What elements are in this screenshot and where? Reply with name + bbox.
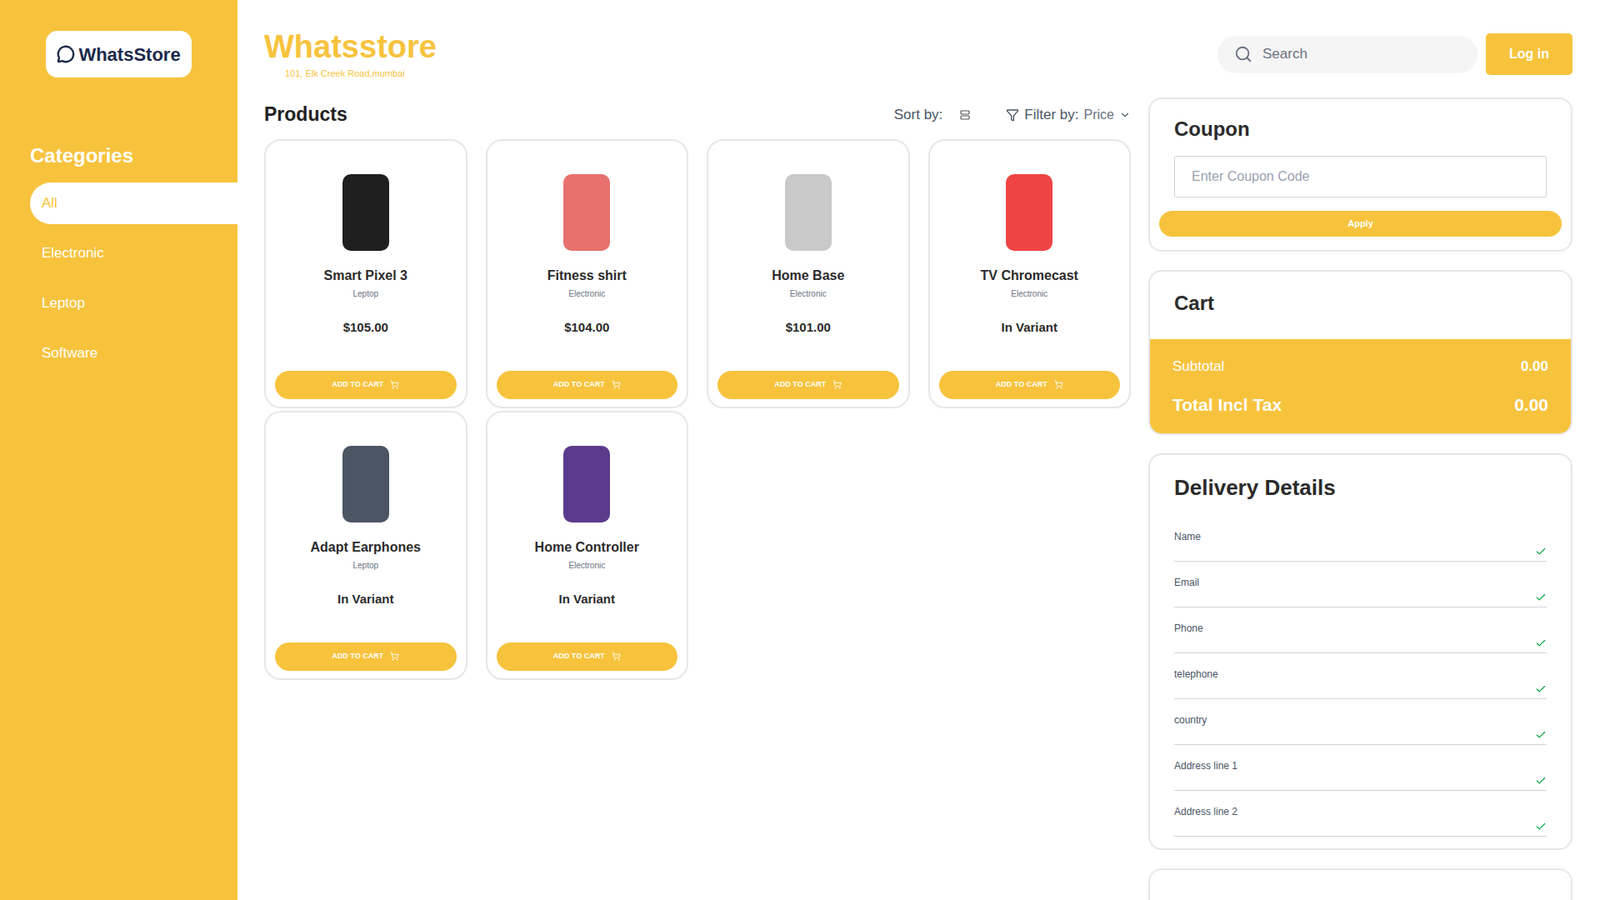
check-icon (1535, 775, 1547, 787)
product-price: $105.00 (343, 318, 389, 338)
delivery-field[interactable]: Address line 2 (1174, 790, 1547, 837)
cart-icon (832, 380, 842, 390)
cart-icon (1054, 380, 1064, 390)
content: Products Sort by: Filter by:Price Smart Pix… (264, 97, 1573, 900)
store-address: 101, Elk Creek Road,mumbai (285, 66, 437, 81)
sort-label: Sort by: (894, 104, 944, 126)
sort-icon[interactable] (959, 109, 971, 121)
product-image (545, 170, 629, 255)
apply-button[interactable]: Apply (1159, 210, 1562, 237)
product-image (766, 170, 850, 255)
delivery-title: Delivery Details (1174, 471, 1547, 505)
product-card[interactable]: Home BaseElectronic $101.00 ADD TO CART (706, 139, 910, 409)
delivery-field[interactable]: telephone (1174, 653, 1547, 700)
extra-card (1148, 868, 1573, 900)
category-item[interactable]: Software (30, 332, 238, 375)
product-card[interactable]: Adapt EarphonesLeptop In Variant ADD TO CA… (264, 410, 468, 680)
product-card[interactable]: Fitness shirtElectronic $104.00 ADD TO CAR… (485, 139, 690, 409)
cart-icon (390, 651, 400, 661)
subtotal-label: Subtotal (1172, 355, 1225, 378)
categories-heading: Categories (30, 140, 238, 171)
product-price: $101.00 (785, 318, 831, 338)
add-to-cart-button[interactable]: ADD TO CART (275, 642, 457, 671)
category-item[interactable]: All (30, 182, 238, 225)
product-grid: Smart Pixel 3Leptop$105.00ADD TO CARTFit… (264, 139, 1131, 680)
app: WhatsStoreCategoriesAllElectronicLeptopS… (0, 0, 1600, 900)
product-name: TV Chromecast (980, 265, 1079, 286)
filter-icon (1005, 108, 1020, 122)
product-price: In Variant (1000, 318, 1058, 338)
product-name: Adapt Earphones (310, 537, 421, 558)
product-name: Home Controller (535, 537, 640, 558)
delivery-field[interactable]: country (1174, 699, 1547, 745)
category-list: All Electronic Leptop Software (0, 182, 238, 383)
product-price: $104.00 (564, 318, 610, 338)
search-icon (1234, 45, 1253, 64)
products-section: Products Sort by: Filter by:Price Smart Pix… (264, 97, 1131, 900)
store-title: Whatsstore (264, 28, 437, 65)
whatsapp-icon (56, 45, 75, 64)
filter[interactable]: Filter by:Price (1005, 104, 1131, 126)
search-box[interactable]: Search (1217, 35, 1478, 74)
product-image (324, 442, 408, 526)
category-item[interactable]: Electronic (30, 232, 238, 275)
product-name: Home Base (771, 265, 845, 286)
product-image (987, 170, 1071, 255)
product-price: In Variant (558, 590, 615, 610)
delivery-field[interactable]: Address line 1 (1174, 745, 1547, 791)
cart-title: Cart (1150, 271, 1571, 340)
total-label: Total Incl Tax (1172, 391, 1282, 419)
delivery-field[interactable]: Email (1174, 561, 1547, 608)
product-image (545, 442, 629, 526)
check-icon (1535, 545, 1547, 558)
check-icon (1535, 683, 1547, 695)
products-heading: Products (264, 100, 348, 130)
coupon-card: Coupon Enter Coupon Code Apply (1148, 97, 1573, 252)
product-name: Fitness shirt (547, 265, 627, 286)
product-price: In Variant (337, 590, 395, 610)
chevron-down-icon (1119, 109, 1131, 121)
product-category: Leptop (352, 287, 379, 300)
product-category: Electronic (1010, 287, 1048, 300)
right-column: CouponEnter Coupon CodeApplyCartSubtotal… (1148, 97, 1573, 900)
product-image (324, 170, 408, 255)
delivery-field[interactable]: Name (1174, 515, 1547, 562)
coupon-input[interactable]: Enter Coupon Code (1174, 155, 1547, 198)
product-category: Electronic (568, 559, 605, 572)
add-to-cart-button[interactable]: ADD TO CART (496, 642, 679, 671)
product-card[interactable]: TV ChromecastElectronic In Variant ADD TO … (928, 139, 1132, 409)
cart-card: Cart Subtotal 0.00 Total Incl Tax 0.00 (1148, 270, 1573, 435)
product-name: Smart Pixel 3 (324, 265, 409, 286)
total-value: 0.00 (1514, 391, 1549, 419)
product-category: Electronic (790, 287, 827, 300)
cart-totals: Subtotal 0.00 Total Incl Tax 0.00 (1150, 339, 1571, 434)
header: Whatsstore101, Elk Creek Road,mumbai Sear… (264, 0, 1573, 81)
check-icon (1535, 729, 1547, 741)
cart-icon (611, 651, 621, 661)
add-to-cart-button[interactable]: ADD TO CART (717, 370, 900, 400)
cart-icon (611, 380, 621, 390)
subtotal-value: 0.00 (1520, 355, 1549, 378)
check-icon (1535, 591, 1547, 604)
check-icon (1535, 637, 1547, 650)
login-button[interactable]: Log in (1485, 33, 1573, 75)
coupon-title: Coupon (1174, 114, 1562, 145)
add-to-cart-button[interactable]: ADD TO CART (939, 370, 1121, 400)
product-card[interactable]: Home ControllerElectronic In Variant ADD T… (485, 410, 690, 680)
category-item[interactable]: Leptop (30, 282, 238, 325)
delivery-field[interactable]: Phone (1174, 607, 1547, 654)
check-icon (1535, 820, 1547, 833)
product-card[interactable]: Smart Pixel 3Leptop $105.00 ADD TO CART (264, 139, 468, 409)
delivery-card: Delivery Details NameEmailPhonetelephonec… (1148, 453, 1573, 850)
add-to-cart-button[interactable]: ADD TO CART (275, 370, 457, 400)
add-to-cart-button[interactable]: ADD TO CART (496, 370, 679, 400)
cart-icon (390, 380, 400, 390)
main: Whatsstore101, Elk Creek Road,mumbai Sear… (237, 0, 1600, 900)
logo[interactable]: WhatsStore (45, 30, 192, 78)
sidebar: WhatsStore Categories All Electronic Leptop S… (0, 0, 238, 900)
product-category: Electronic (568, 287, 605, 300)
product-category: Leptop (352, 559, 379, 572)
